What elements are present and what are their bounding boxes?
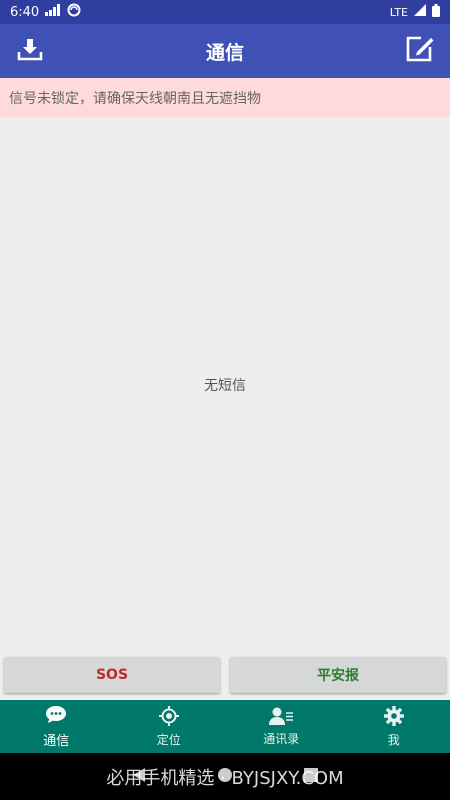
compose-button[interactable] [390, 24, 450, 78]
tab-messages-label: 通信 [43, 733, 70, 749]
recents-icon[interactable] [303, 767, 319, 787]
tab-contacts[interactable]: 通讯录 [225, 700, 338, 753]
app-bar: 通信 [0, 24, 450, 78]
network-type: LTE [389, 5, 408, 19]
sos-label: SOS [95, 667, 129, 683]
tab-contacts-label: 通讯录 [263, 731, 300, 746]
bottom-navigation: 通信 定位 通讯录 我 [0, 700, 450, 753]
battery-icon [432, 3, 440, 21]
chat-bubble-icon [45, 705, 67, 728]
empty-state-text: 无短信 [204, 377, 246, 394]
home-icon[interactable] [217, 767, 233, 787]
cell-signal-icon [414, 4, 426, 20]
tab-location-label: 定位 [156, 732, 181, 747]
signal-bars-icon [45, 4, 61, 20]
back-icon[interactable] [131, 767, 147, 787]
download-button[interactable] [0, 24, 60, 78]
page-title: 通信 [205, 41, 244, 64]
gear-icon [383, 705, 404, 729]
sos-button[interactable]: SOS [4, 657, 220, 693]
location-target-icon [158, 705, 179, 729]
edit-icon [405, 35, 435, 67]
tab-me-label: 我 [387, 732, 400, 747]
status-bar: 6:40 LTE [0, 0, 450, 24]
signal-warning-banner: 信号未锁定，请确保天线朝南且无遮挡物 [0, 78, 450, 117]
warning-text: 信号未锁定，请确保天线朝南且无遮挡物 [9, 90, 261, 107]
safe-report-label: 平安报 [317, 668, 359, 684]
tab-me[interactable]: 我 [338, 700, 450, 753]
action-row: SOS 平安报 [0, 652, 450, 700]
status-time: 6:40 [10, 4, 40, 20]
message-list: 无短信 [0, 117, 450, 652]
system-nav-bar [0, 753, 450, 800]
contacts-icon [269, 707, 294, 728]
download-icon [17, 37, 43, 65]
tab-messages[interactable]: 通信 [0, 700, 113, 753]
safe-report-button[interactable]: 平安报 [230, 657, 446, 693]
tab-location[interactable]: 定位 [113, 700, 226, 753]
sync-icon [67, 3, 81, 21]
